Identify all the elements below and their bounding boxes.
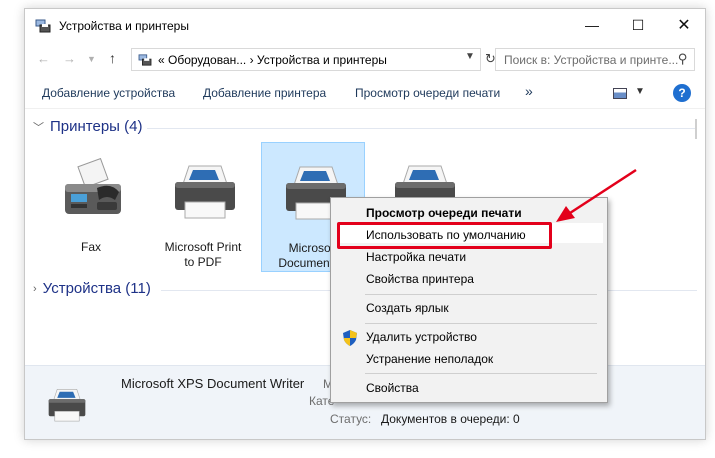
view-options-chevron-icon[interactable]: ▼ bbox=[635, 86, 645, 97]
devices-printers-icon bbox=[138, 53, 152, 66]
title-bar: Устройства и принтеры — ☐ ✕ bbox=[25, 9, 705, 43]
menu-item-create-shortcut[interactable]: Создать ярлык bbox=[366, 301, 449, 315]
view-print-queue-button[interactable]: Просмотр очереди печати bbox=[355, 86, 500, 100]
menu-item-view-print-queue[interactable]: Просмотр очереди печати bbox=[366, 206, 522, 220]
group-header-devices[interactable]: › Устройства (11) bbox=[33, 280, 151, 297]
close-button[interactable]: ✕ bbox=[661, 9, 705, 41]
menu-separator bbox=[365, 373, 597, 374]
details-status-label: Статус: bbox=[330, 412, 372, 426]
address-path: « Оборудован... › Устройства и принтеры bbox=[158, 52, 387, 67]
annotation-highlight-box bbox=[337, 222, 552, 249]
search-placeholder: Поиск в: Устройства и принте... bbox=[504, 53, 679, 67]
add-device-button[interactable]: Добавление устройства bbox=[42, 86, 175, 100]
maximize-button[interactable]: ☐ bbox=[615, 9, 661, 41]
menu-separator bbox=[365, 323, 597, 324]
uac-shield-icon bbox=[343, 330, 357, 346]
menu-separator bbox=[365, 294, 597, 295]
group-printers-label: Принтеры (4) bbox=[50, 118, 143, 135]
devices-printers-icon bbox=[35, 19, 51, 33]
scrollbar-thumb[interactable] bbox=[695, 119, 697, 139]
change-view-icon[interactable] bbox=[613, 88, 627, 99]
search-input[interactable]: Поиск в: Устройства и принте... ⚲ bbox=[495, 48, 695, 71]
address-field[interactable]: « Оборудован... › Устройства и принтеры bbox=[131, 48, 481, 71]
menu-item-troubleshoot[interactable]: Устранение неполадок bbox=[366, 352, 493, 366]
minimize-button[interactable]: — bbox=[569, 9, 615, 41]
search-icon[interactable]: ⚲ bbox=[678, 51, 688, 67]
menu-item-printing-preferences[interactable]: Настройка печати bbox=[366, 250, 466, 264]
address-dropdown-chevron-icon[interactable]: ▼ bbox=[465, 51, 475, 62]
device-fax[interactable]: Fax bbox=[39, 142, 143, 272]
device-label: Microsoft Print to PDF bbox=[164, 240, 242, 269]
up-arrow-icon[interactable]: ↑ bbox=[109, 50, 116, 66]
printer-icon bbox=[48, 389, 86, 422]
group-divider bbox=[147, 128, 697, 129]
back-arrow-icon[interactable]: ← bbox=[37, 51, 50, 66]
details-device-name: Microsoft XPS Document Writer bbox=[121, 376, 305, 391]
printer-icon bbox=[175, 165, 235, 219]
forward-arrow-icon[interactable]: → bbox=[63, 51, 76, 66]
window-title: Устройства и принтеры bbox=[59, 19, 189, 33]
details-status-value: Документов в очереди: 0 bbox=[381, 412, 520, 426]
collapsed-chevron-icon: › bbox=[33, 282, 37, 295]
address-bar-row: ← → ▼ ↑ « Оборудован... › Устройства и п… bbox=[25, 47, 705, 73]
add-printer-button[interactable]: Добавление принтера bbox=[203, 86, 326, 100]
group-devices-label: Устройства (11) bbox=[42, 280, 151, 297]
command-bar: Добавление устройства Добавление принтер… bbox=[25, 79, 705, 109]
menu-item-properties[interactable]: Свойства bbox=[366, 381, 419, 395]
group-header-printers[interactable]: ﹀ Принтеры (4) bbox=[33, 118, 142, 135]
fax-icon bbox=[65, 158, 121, 214]
recent-locations-chevron-icon[interactable]: ▼ bbox=[87, 54, 96, 64]
device-label: Fax bbox=[80, 240, 101, 254]
help-icon[interactable]: ? bbox=[673, 84, 691, 102]
menu-item-printer-properties[interactable]: Свойства принтера bbox=[366, 272, 474, 286]
device-microsoft-print-to-pdf[interactable]: Microsoft Print to PDF bbox=[151, 142, 255, 272]
more-commands-chevron-icon[interactable]: » bbox=[525, 83, 533, 99]
menu-item-remove-device[interactable]: Удалить устройство bbox=[366, 330, 477, 344]
expanded-chevron-icon: ﹀ bbox=[33, 121, 44, 134]
